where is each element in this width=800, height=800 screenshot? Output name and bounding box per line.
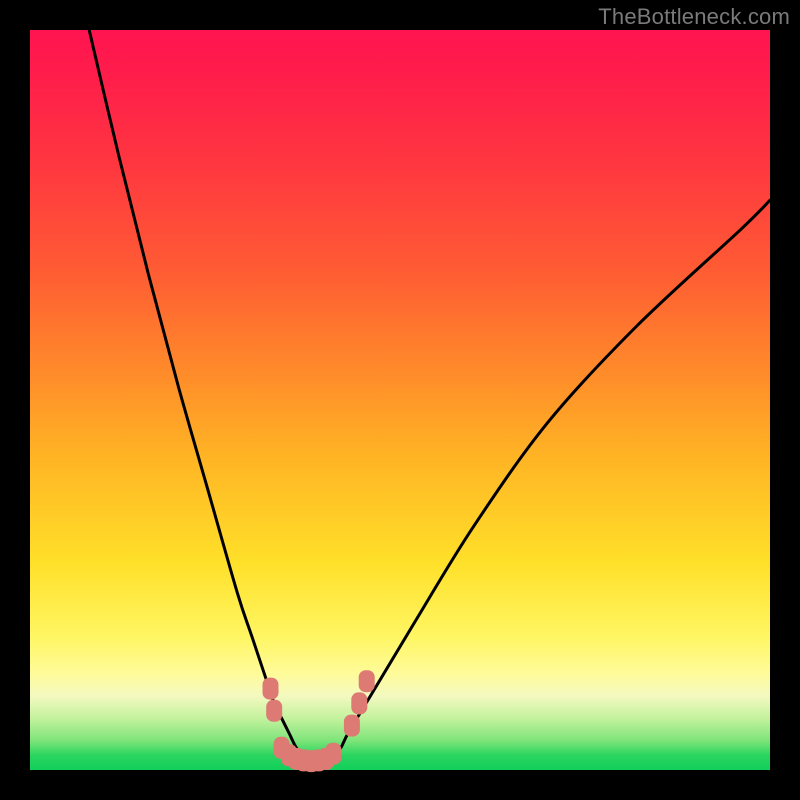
threshold-marker <box>263 678 279 700</box>
chart-plot-area <box>30 30 770 770</box>
threshold-marker <box>351 692 367 714</box>
chart-svg <box>30 30 770 770</box>
threshold-marker <box>325 743 341 765</box>
threshold-marker <box>266 700 282 722</box>
threshold-marker <box>344 715 360 737</box>
bottleneck-curve <box>89 30 770 763</box>
chart-frame: TheBottleneck.com <box>0 0 800 800</box>
threshold-markers <box>263 670 375 772</box>
threshold-marker <box>359 670 375 692</box>
watermark-text: TheBottleneck.com <box>598 4 790 30</box>
